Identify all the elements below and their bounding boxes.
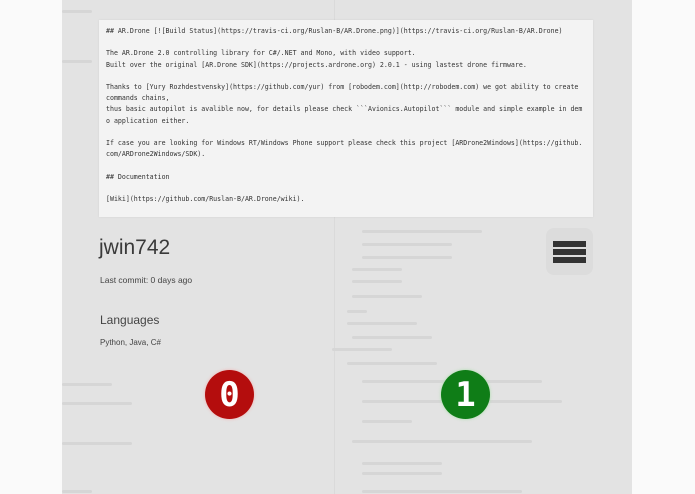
left-score-badge[interactable]: 0 [205,370,254,419]
ghost-code-line [362,462,442,465]
last-commit-text: Last commit: 0 days ago [100,275,193,285]
ghost-code-line [62,383,112,386]
ghost-code-line [352,280,402,283]
ghost-code-line [62,490,92,493]
menu-button[interactable] [546,228,593,275]
hamburger-menu-icon-bar [553,248,586,255]
ghost-code-line [62,10,92,13]
ghost-code-line [62,442,132,445]
readme-preview[interactable]: ## AR.Drone [![Build Status](https://tra… [99,20,593,217]
languages-list: Python, Java, C# [100,338,161,347]
ghost-code-line [352,336,432,339]
ghost-code-line [347,322,417,325]
languages-heading: Languages [100,313,160,327]
right-score-value: 1 [455,374,476,415]
left-score-value: 0 [219,374,240,415]
right-score-badge[interactable]: 1 [441,370,490,419]
ghost-code-line [347,310,367,313]
ghost-code-line [332,348,392,351]
ghost-code-line [62,60,92,63]
ghost-code-line [362,472,442,475]
ghost-code-line [362,420,412,423]
ghost-code-line [362,230,482,233]
ghost-code-line [352,295,422,298]
ghost-code-line [352,440,532,443]
ghost-code-line [62,402,132,405]
ghost-code-line [362,256,452,259]
ghost-code-line [362,243,452,246]
readme-text: ## AR.Drone [![Build Status](https://tra… [106,27,583,204]
username: jwin742 [99,236,171,259]
ghost-code-line [352,268,402,271]
hamburger-menu-icon-bar [553,256,586,263]
ghost-code-line [362,490,522,493]
ghost-code-line [347,362,437,365]
hamburger-menu-icon [553,240,586,247]
